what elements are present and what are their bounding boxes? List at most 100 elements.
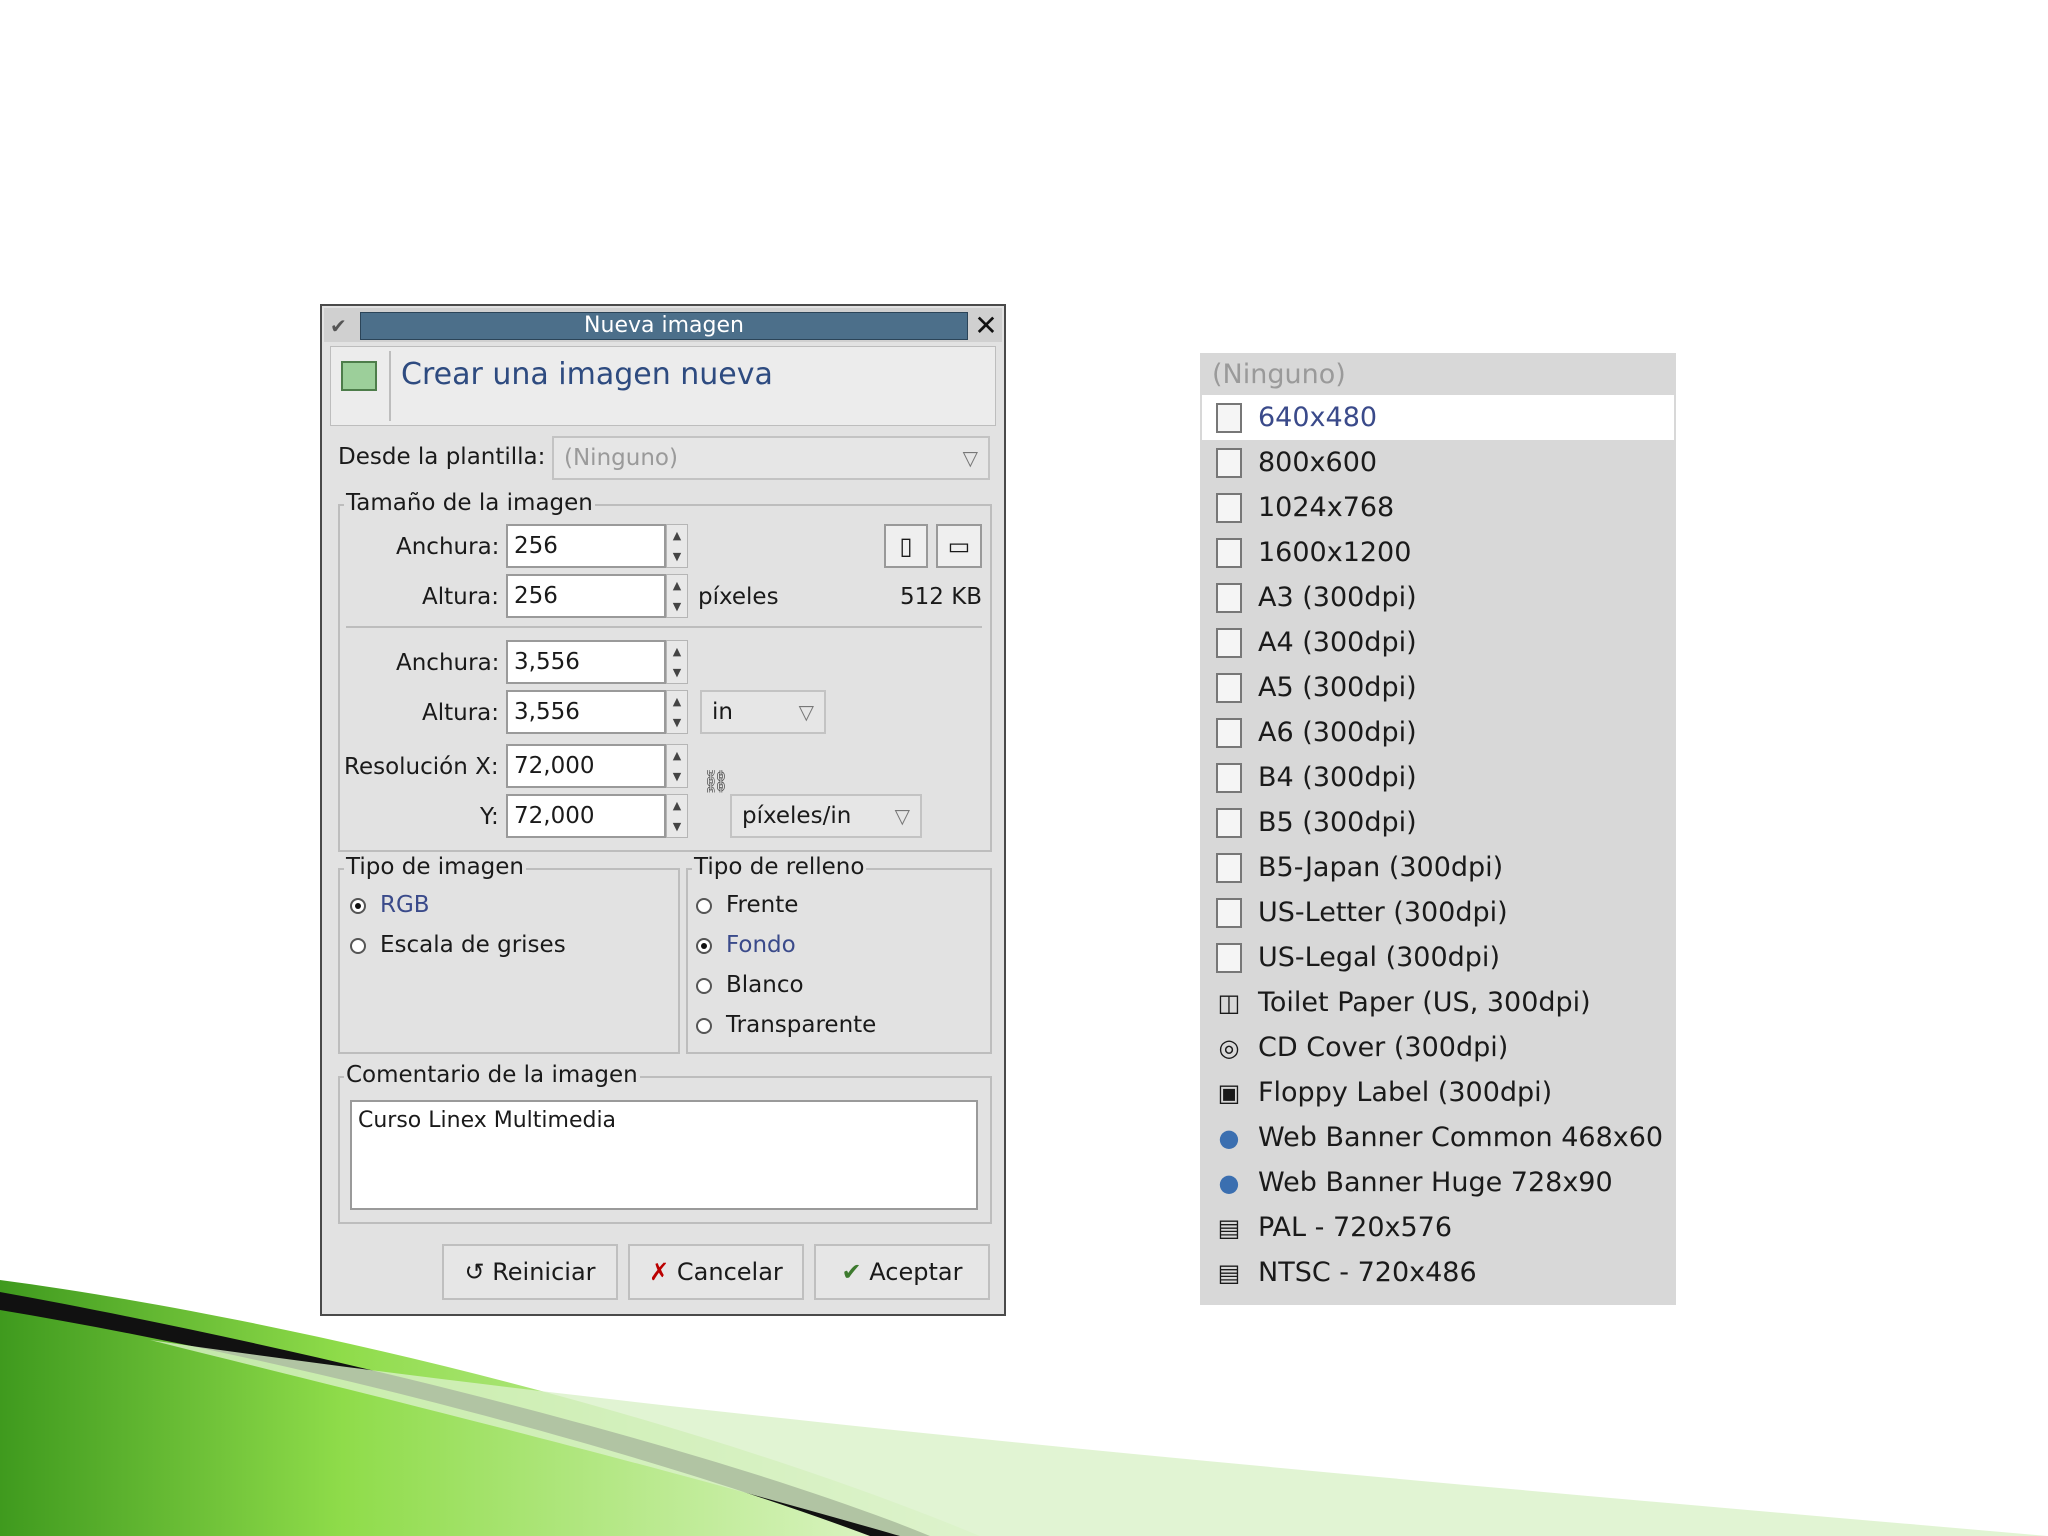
template-list-item-label: Toilet Paper (US, 300dpi): [1258, 987, 1591, 1018]
resolution-y-spinner[interactable]: ▲ ▼: [666, 794, 688, 838]
page-icon: [1216, 583, 1242, 613]
template-list-item-label: Web Banner Common 468x60: [1258, 1122, 1664, 1153]
template-list-item[interactable]: ▤ PAL - 720x576: [1202, 1205, 1674, 1250]
template-list-item-label: NTSC - 720x486: [1258, 1257, 1477, 1288]
ok-button[interactable]: ✔ Aceptar: [814, 1244, 990, 1300]
width-label: Anchura:: [396, 534, 500, 560]
template-list-item[interactable]: 640x480: [1202, 395, 1674, 440]
reset-button[interactable]: ↺ Reiniciar: [442, 1244, 618, 1300]
template-select[interactable]: (Ninguno) ▽: [552, 436, 990, 480]
template-list-item-label: A6 (300dpi): [1258, 717, 1417, 748]
window-menu-icon[interactable]: ✔: [330, 314, 354, 338]
memory-size: 512 KB: [900, 584, 983, 610]
film-icon: ▤: [1217, 1214, 1241, 1242]
template-list-item[interactable]: B5-Japan (300dpi): [1202, 845, 1674, 890]
radio-rgb-label[interactable]: RGB: [380, 892, 430, 918]
physical-height-spinner[interactable]: ▲ ▼: [666, 690, 688, 734]
page-icon: [1216, 493, 1242, 523]
reset-icon: ↺: [464, 1258, 485, 1286]
template-list-item[interactable]: ● Web Banner Common 468x60: [1202, 1115, 1674, 1160]
unit-select-value: in: [712, 699, 733, 725]
template-list-item-label: Floppy Label (300dpi): [1258, 1077, 1553, 1108]
radio-grayscale-label[interactable]: Escala de grises: [380, 932, 566, 958]
radio-transparent-label[interactable]: Transparente: [726, 1012, 876, 1038]
radio-background-label[interactable]: Fondo: [726, 932, 796, 958]
reset-button-label: Reiniciar: [492, 1258, 596, 1286]
template-list-item-label: A5 (300dpi): [1258, 672, 1417, 703]
radio-white[interactable]: [696, 978, 712, 994]
template-list-item[interactable]: B5 (300dpi): [1202, 800, 1674, 845]
template-list-item-label: B5-Japan (300dpi): [1258, 852, 1504, 883]
template-list-item-label: Web Banner Huge 728x90: [1258, 1167, 1613, 1198]
page-icon: [1216, 538, 1242, 568]
template-list-item[interactable]: 1024x768: [1202, 485, 1674, 530]
template-select-value: (Ninguno): [564, 445, 678, 471]
pixels-unit-label: píxeles: [698, 584, 779, 610]
page-icon: [1216, 808, 1242, 838]
template-list-item[interactable]: ▣ Floppy Label (300dpi): [1202, 1070, 1674, 1115]
radio-background[interactable]: [696, 938, 712, 954]
radio-foreground[interactable]: [696, 898, 712, 914]
template-list-item-label: A3 (300dpi): [1258, 582, 1417, 613]
resolution-x-input[interactable]: 72,000: [506, 744, 666, 788]
resolution-unit-value: píxeles/in: [742, 803, 852, 829]
resolution-unit-select[interactable]: píxeles/in ▽: [730, 794, 922, 838]
resolution-y-input[interactable]: 72,000: [506, 794, 666, 838]
globe-icon: ●: [1218, 1124, 1240, 1152]
unit-select[interactable]: in ▽: [700, 690, 826, 734]
resolution-x-spinner[interactable]: ▲ ▼: [666, 744, 688, 788]
comment-group-title: Comentario de la imagen: [344, 1062, 640, 1088]
width-spinner[interactable]: ▲ ▼: [666, 524, 688, 568]
cancel-button[interactable]: ✗ Cancelar: [628, 1244, 804, 1300]
radio-transparent[interactable]: [696, 1018, 712, 1034]
dropdown-arrow-icon: ▽: [798, 700, 814, 724]
page-icon: [1216, 943, 1242, 973]
template-list-item[interactable]: B4 (300dpi): [1202, 755, 1674, 800]
image-type-group-title: Tipo de imagen: [344, 854, 526, 880]
template-list-item-label: 1024x768: [1258, 492, 1395, 523]
template-list-item[interactable]: A6 (300dpi): [1202, 710, 1674, 755]
dropdown-arrow-icon: ▽: [962, 446, 978, 470]
template-list-item[interactable]: ◫ Toilet Paper (US, 300dpi): [1202, 980, 1674, 1025]
template-list-item-label: US-Legal (300dpi): [1258, 942, 1500, 973]
width-input[interactable]: 256: [506, 524, 666, 568]
portrait-icon[interactable]: ▯: [884, 524, 928, 568]
template-list-item[interactable]: US-Letter (300dpi): [1202, 890, 1674, 935]
fill-type-group-title: Tipo de relleno: [692, 854, 867, 880]
height-input[interactable]: 256: [506, 574, 666, 618]
template-list-item[interactable]: 800x600: [1202, 440, 1674, 485]
physical-height-input[interactable]: 3,556: [506, 690, 666, 734]
window-title: Nueva imagen: [360, 312, 968, 340]
landscape-icon[interactable]: ▭: [936, 524, 982, 568]
template-list-item[interactable]: US-Legal (300dpi): [1202, 935, 1674, 980]
radio-rgb[interactable]: [350, 898, 366, 914]
page-icon: [1216, 763, 1242, 793]
physical-width-spinner[interactable]: ▲ ▼: [666, 640, 688, 684]
cd-icon: ◎: [1218, 1034, 1240, 1062]
template-list-none[interactable]: (Ninguno): [1212, 359, 1346, 390]
template-dropdown-list: (Ninguno) 640x480 800x600 1024x768 1600x120…: [1200, 353, 1676, 1305]
template-list-item[interactable]: ◎ CD Cover (300dpi): [1202, 1025, 1674, 1070]
template-list-item[interactable]: A4 (300dpi): [1202, 620, 1674, 665]
page-icon: [1216, 718, 1242, 748]
template-list-item[interactable]: ▤ NTSC - 720x486: [1202, 1250, 1674, 1295]
comment-textarea[interactable]: Curso Linex Multimedia: [350, 1100, 978, 1210]
close-icon[interactable]: ✕: [972, 312, 1000, 340]
template-list-item[interactable]: A5 (300dpi): [1202, 665, 1674, 710]
radio-foreground-label[interactable]: Frente: [726, 892, 798, 918]
template-list-item-label: B4 (300dpi): [1258, 762, 1417, 793]
template-list-item-label: CD Cover (300dpi): [1258, 1032, 1509, 1063]
globe-icon: ●: [1218, 1169, 1240, 1197]
physical-width-input[interactable]: 3,556: [506, 640, 666, 684]
template-list-item[interactable]: 1600x1200: [1202, 530, 1674, 575]
radio-white-label[interactable]: Blanco: [726, 972, 804, 998]
title-bar[interactable]: ✔ Nueva imagen ✕: [324, 308, 1002, 342]
cancel-button-label: Cancelar: [676, 1258, 783, 1286]
chain-link-icon[interactable]: ⛓: [702, 770, 730, 820]
template-list-item[interactable]: A3 (300dpi): [1202, 575, 1674, 620]
height-spinner[interactable]: ▲ ▼: [666, 574, 688, 618]
dialog-header: Crear una imagen nueva: [330, 346, 996, 426]
template-list-item[interactable]: ● Web Banner Huge 728x90: [1202, 1160, 1674, 1205]
radio-grayscale[interactable]: [350, 938, 366, 954]
template-list-item-label: 1600x1200: [1258, 537, 1412, 568]
